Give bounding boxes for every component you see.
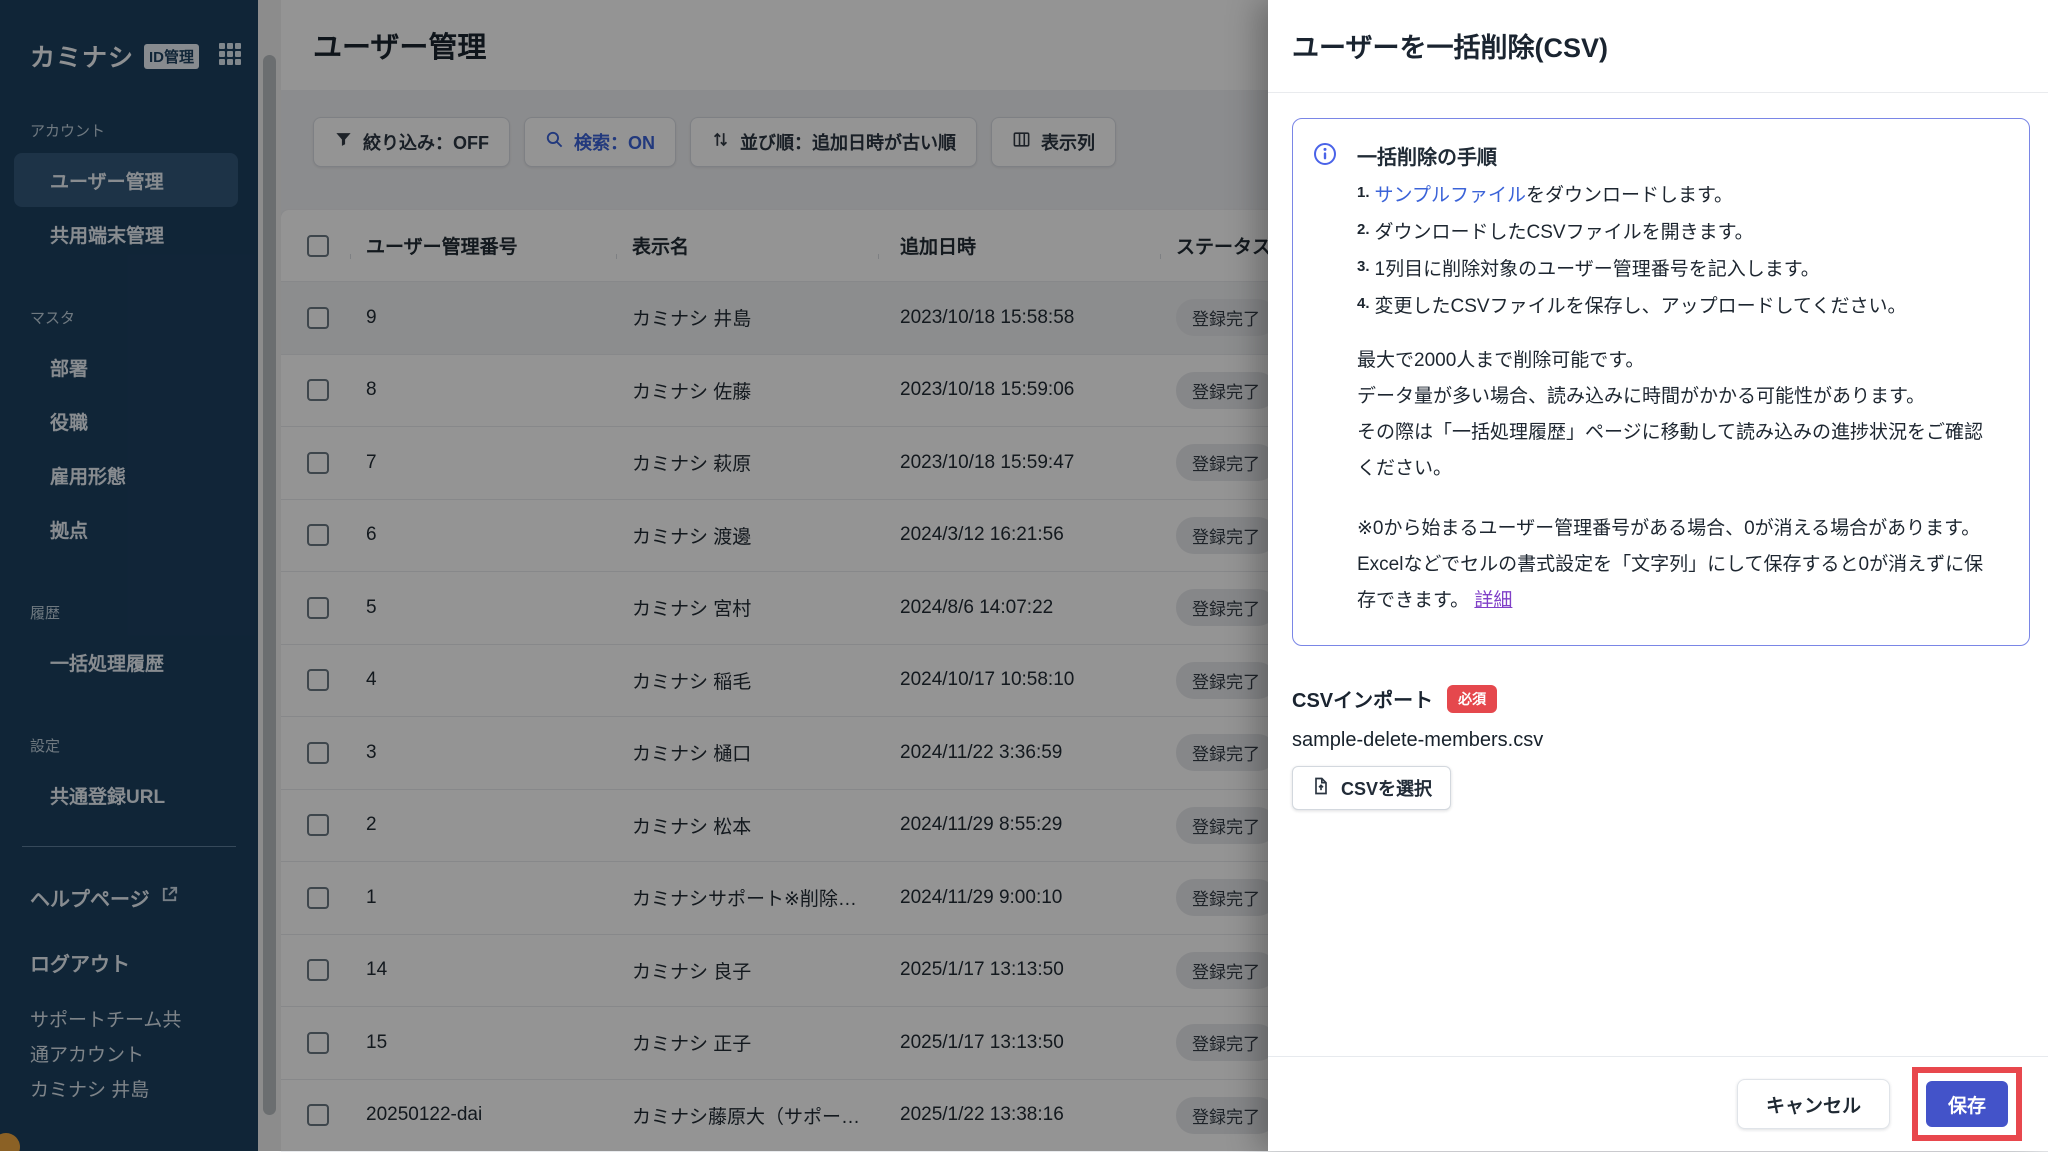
save-button[interactable]: 保存 bbox=[1926, 1081, 2008, 1127]
drawer-body: 一括削除の手順 1. サンプルファイルをダウンロードします。 2. ダウンロードしたC… bbox=[1268, 93, 2048, 810]
instructions-heading: 一括削除の手順 bbox=[1357, 141, 2001, 170]
step-text: 1列目に削除対象のユーザー管理番号を記入します。 bbox=[1375, 258, 1820, 282]
note-line: データ量が多い場合、読み込みに時間がかかる可能性があります。 bbox=[1357, 379, 2001, 415]
instructions-steps: 1. サンプルファイルをダウンロードします。 2. ダウンロードしたCSVファイルを開… bbox=[1357, 184, 2001, 319]
csv-select-button[interactable]: CSVを選択 bbox=[1292, 766, 1451, 810]
sample-file-link[interactable]: サンプルファイル bbox=[1375, 185, 1526, 206]
drawer-footer: キャンセル 保存 bbox=[1268, 1056, 2048, 1151]
instruction-step: 4. 変更したCSVファイルを保存し、アップロードしてください。 bbox=[1357, 295, 2001, 319]
step-text: サンプルファイルをダウンロードします。 bbox=[1375, 184, 1734, 208]
file-upload-icon bbox=[1311, 776, 1331, 801]
detail-link[interactable]: 詳細 bbox=[1474, 590, 1512, 611]
step-text: 変更したCSVファイルを保存し、アップロードしてください。 bbox=[1375, 295, 1907, 319]
info-icon bbox=[1313, 142, 1337, 166]
csv-select-button-label: CSVを選択 bbox=[1341, 775, 1432, 801]
click-annotation-box: 保存 bbox=[1912, 1067, 2022, 1141]
step-text: ダウンロードしたCSVファイルを開きます。 bbox=[1375, 221, 1754, 245]
note-line: その際は「一括処理履歴」ページに移動して読み込みの進捗状況をご確認ください。 bbox=[1357, 415, 2001, 487]
instructions-info-box: 一括削除の手順 1. サンプルファイルをダウンロードします。 2. ダウンロードしたC… bbox=[1292, 118, 2030, 646]
instructions-notes: 最大で2000人まで削除可能です。データ量が多い場合、読み込みに時間がかかる可能… bbox=[1357, 343, 2001, 487]
zero-warning-text: ※0から始まるユーザー管理番号がある場合、0が消える場合があります。Excelな… bbox=[1357, 518, 1983, 611]
step-number: 4. bbox=[1357, 295, 1370, 312]
cancel-button[interactable]: キャンセル bbox=[1737, 1079, 1890, 1129]
instruction-step: 1. サンプルファイルをダウンロードします。 bbox=[1357, 184, 2001, 208]
note-line: 最大で2000人まで削除可能です。 bbox=[1357, 343, 2001, 379]
zero-warning: ※0から始まるユーザー管理番号がある場合、0が消える場合があります。Excelな… bbox=[1357, 511, 2001, 619]
instruction-step: 3. 1列目に削除対象のユーザー管理番号を記入します。 bbox=[1357, 258, 2001, 282]
drawer-title: ユーザーを一括削除(CSV) bbox=[1292, 26, 2024, 65]
bulk-delete-drawer: ユーザーを一括削除(CSV) 一括削除の手順 1. サンプルファイルをダウンロード… bbox=[1268, 0, 2048, 1151]
csv-import-section: CSVインポート 必須 sample-delete-members.csv CS… bbox=[1292, 684, 2030, 810]
step-number: 2. bbox=[1357, 221, 1370, 238]
step-number: 1. bbox=[1357, 184, 1370, 201]
step-number: 3. bbox=[1357, 258, 1370, 275]
csv-import-label: CSVインポート bbox=[1292, 684, 1433, 713]
csv-filename: sample-delete-members.csv bbox=[1292, 729, 2030, 752]
drawer-titlebar: ユーザーを一括削除(CSV) bbox=[1268, 0, 2048, 93]
required-badge: 必須 bbox=[1447, 685, 1497, 713]
instruction-step: 2. ダウンロードしたCSVファイルを開きます。 bbox=[1357, 221, 2001, 245]
